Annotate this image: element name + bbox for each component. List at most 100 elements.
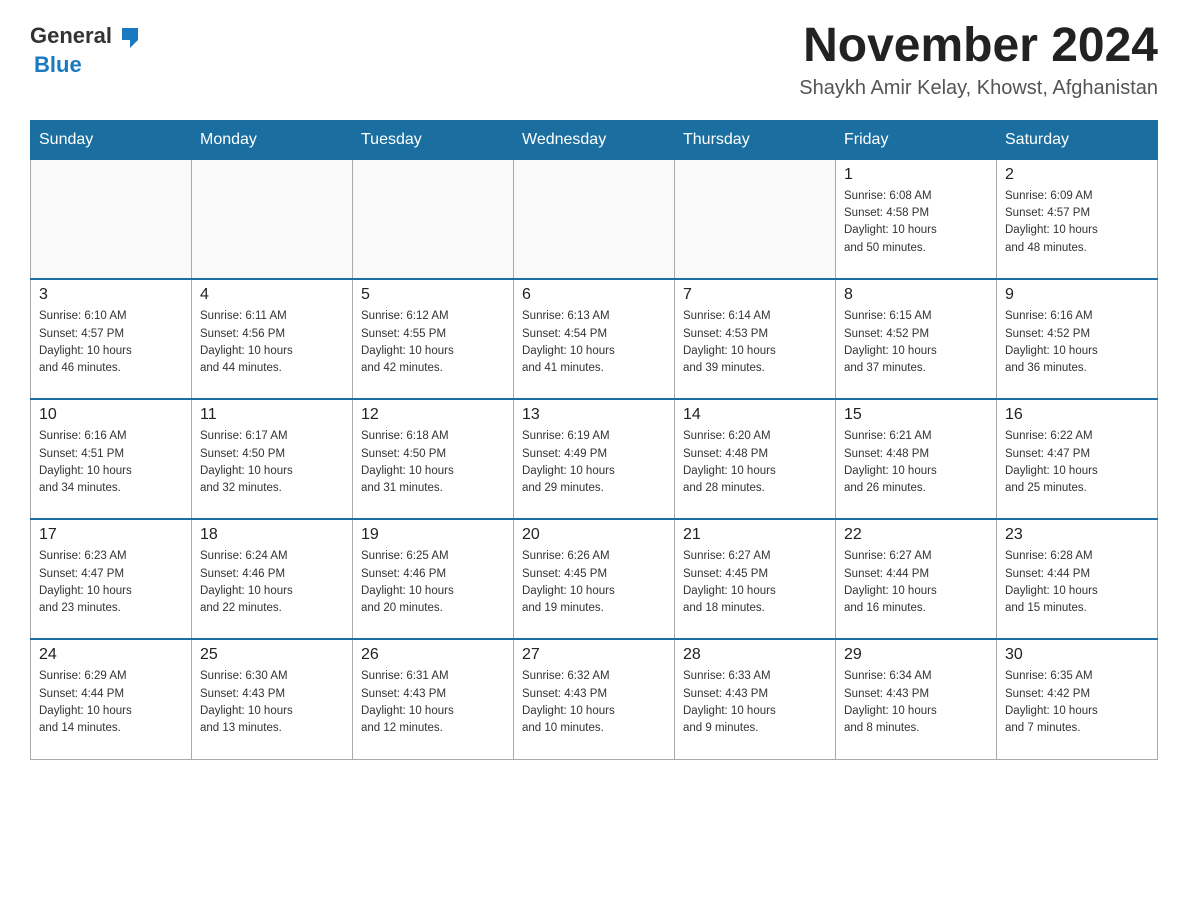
- day-info: Sunrise: 6:09 AM Sunset: 4:57 PM Dayligh…: [1005, 188, 1149, 257]
- logo-blue-text: Blue: [34, 52, 82, 78]
- day-info: Sunrise: 6:10 AM Sunset: 4:57 PM Dayligh…: [39, 308, 183, 377]
- day-info: Sunrise: 6:14 AM Sunset: 4:53 PM Dayligh…: [683, 308, 827, 377]
- day-number: 20: [522, 526, 666, 544]
- calendar-cell: 19 Sunrise: 6:25 AM Sunset: 4:46 PM Dayli…: [353, 519, 514, 639]
- calendar-cell: 11 Sunrise: 6:17 AM Sunset: 4:50 PM Dayli…: [192, 399, 353, 519]
- day-number: 9: [1005, 286, 1149, 304]
- day-number: 22: [844, 526, 988, 544]
- day-number: 19: [361, 526, 505, 544]
- calendar-cell: 21Sunrise: 6:27 AM Sunset: 4:45 PM Dayli…: [675, 519, 836, 639]
- calendar-cell: 29 Sunrise: 6:34 AM Sunset: 4:43 PM Dayli…: [836, 639, 997, 759]
- day-number: 15: [844, 406, 988, 424]
- calendar-cell: 28 Sunrise: 6:33 AM Sunset: 4:43 PM Dayli…: [675, 639, 836, 759]
- day-number: 13: [522, 406, 666, 424]
- day-info: Sunrise: 6:30 AM Sunset: 4:43 PM Dayligh…: [200, 668, 344, 737]
- day-number: 10: [39, 406, 183, 424]
- calendar-cell: 5Sunrise: 6:12 AM Sunset: 4:55 PM Daylig…: [353, 279, 514, 399]
- day-number: 11: [200, 406, 344, 424]
- day-number: 28: [683, 646, 827, 664]
- day-of-week-header: Monday: [192, 120, 353, 159]
- day-of-week-header: Wednesday: [514, 120, 675, 159]
- day-info: Sunrise: 6:15 AM Sunset: 4:52 PM Dayligh…: [844, 308, 988, 377]
- calendar-cell: 30Sunrise: 6:35 AM Sunset: 4:42 PM Dayli…: [997, 639, 1158, 759]
- calendar-week-row: 3Sunrise: 6:10 AM Sunset: 4:57 PM Daylig…: [31, 279, 1158, 399]
- day-number: 12: [361, 406, 505, 424]
- calendar-cell: 3Sunrise: 6:10 AM Sunset: 4:57 PM Daylig…: [31, 279, 192, 399]
- day-info: Sunrise: 6:34 AM Sunset: 4:43 PM Dayligh…: [844, 668, 988, 737]
- calendar-cell: 23Sunrise: 6:28 AM Sunset: 4:44 PM Dayli…: [997, 519, 1158, 639]
- day-info: Sunrise: 6:23 AM Sunset: 4:47 PM Dayligh…: [39, 548, 183, 617]
- day-info: Sunrise: 6:25 AM Sunset: 4:46 PM Dayligh…: [361, 548, 505, 617]
- calendar-cell: 24Sunrise: 6:29 AM Sunset: 4:44 PM Dayli…: [31, 639, 192, 759]
- calendar-cell: 16Sunrise: 6:22 AM Sunset: 4:47 PM Dayli…: [997, 399, 1158, 519]
- calendar-cell: [192, 159, 353, 279]
- day-info: Sunrise: 6:08 AM Sunset: 4:58 PM Dayligh…: [844, 188, 988, 257]
- calendar-cell: 15 Sunrise: 6:21 AM Sunset: 4:48 PM Dayli…: [836, 399, 997, 519]
- location-subtitle: Shaykh Amir Kelay, Khowst, Afghanistan: [799, 77, 1158, 100]
- day-info: Sunrise: 6:16 AM Sunset: 4:52 PM Dayligh…: [1005, 308, 1149, 377]
- calendar-cell: [31, 159, 192, 279]
- day-number: 30: [1005, 646, 1149, 664]
- calendar-cell: [514, 159, 675, 279]
- day-info: Sunrise: 6:31 AM Sunset: 4:43 PM Dayligh…: [361, 668, 505, 737]
- logo-arrow-icon: [114, 20, 146, 52]
- calendar-cell: 10 Sunrise: 6:16 AM Sunset: 4:51 PM Dayli…: [31, 399, 192, 519]
- day-info: Sunrise: 6:27 AM Sunset: 4:44 PM Dayligh…: [844, 548, 988, 617]
- month-title: November 2024: [799, 20, 1158, 73]
- calendar-cell: 14Sunrise: 6:20 AM Sunset: 4:48 PM Dayli…: [675, 399, 836, 519]
- calendar-cell: 12Sunrise: 6:18 AM Sunset: 4:50 PM Dayli…: [353, 399, 514, 519]
- day-info: Sunrise: 6:17 AM Sunset: 4:50 PM Dayligh…: [200, 428, 344, 497]
- calendar-cell: [675, 159, 836, 279]
- calendar-cell: 4 Sunrise: 6:11 AM Sunset: 4:56 PM Daylig…: [192, 279, 353, 399]
- day-info: Sunrise: 6:22 AM Sunset: 4:47 PM Dayligh…: [1005, 428, 1149, 497]
- calendar-cell: 17 Sunrise: 6:23 AM Sunset: 4:47 PM Dayli…: [31, 519, 192, 639]
- calendar-cell: 27Sunrise: 6:32 AM Sunset: 4:43 PM Dayli…: [514, 639, 675, 759]
- calendar-week-row: 24Sunrise: 6:29 AM Sunset: 4:44 PM Dayli…: [31, 639, 1158, 759]
- day-number: 17: [39, 526, 183, 544]
- day-number: 8: [844, 286, 988, 304]
- day-number: 1: [844, 166, 988, 184]
- calendar-header-row: SundayMondayTuesdayWednesdayThursdayFrid…: [31, 120, 1158, 159]
- day-number: 5: [361, 286, 505, 304]
- day-number: 2: [1005, 166, 1149, 184]
- calendar-cell: [353, 159, 514, 279]
- calendar-cell: 20 Sunrise: 6:26 AM Sunset: 4:45 PM Dayli…: [514, 519, 675, 639]
- calendar-week-row: 10 Sunrise: 6:16 AM Sunset: 4:51 PM Dayli…: [31, 399, 1158, 519]
- day-info: Sunrise: 6:13 AM Sunset: 4:54 PM Dayligh…: [522, 308, 666, 377]
- day-info: Sunrise: 6:28 AM Sunset: 4:44 PM Dayligh…: [1005, 548, 1149, 617]
- day-info: Sunrise: 6:11 AM Sunset: 4:56 PM Dayligh…: [200, 308, 344, 377]
- day-info: Sunrise: 6:21 AM Sunset: 4:48 PM Dayligh…: [844, 428, 988, 497]
- logo-general-text: General: [30, 23, 112, 49]
- calendar-cell: 2 Sunrise: 6:09 AM Sunset: 4:57 PM Daylig…: [997, 159, 1158, 279]
- day-number: 25: [200, 646, 344, 664]
- calendar-cell: 13Sunrise: 6:19 AM Sunset: 4:49 PM Dayli…: [514, 399, 675, 519]
- day-number: 14: [683, 406, 827, 424]
- logo: General Blue: [30, 20, 146, 78]
- day-of-week-header: Friday: [836, 120, 997, 159]
- day-number: 6: [522, 286, 666, 304]
- day-info: Sunrise: 6:33 AM Sunset: 4:43 PM Dayligh…: [683, 668, 827, 737]
- day-of-week-header: Thursday: [675, 120, 836, 159]
- day-number: 18: [200, 526, 344, 544]
- day-info: Sunrise: 6:26 AM Sunset: 4:45 PM Dayligh…: [522, 548, 666, 617]
- calendar-cell: 6 Sunrise: 6:13 AM Sunset: 4:54 PM Daylig…: [514, 279, 675, 399]
- calendar-week-row: 1 Sunrise: 6:08 AM Sunset: 4:58 PM Daylig…: [31, 159, 1158, 279]
- day-of-week-header: Tuesday: [353, 120, 514, 159]
- title-section: November 2024 Shaykh Amir Kelay, Khowst,…: [799, 20, 1158, 100]
- calendar-cell: 9 Sunrise: 6:16 AM Sunset: 4:52 PM Daylig…: [997, 279, 1158, 399]
- day-of-week-header: Saturday: [997, 120, 1158, 159]
- calendar-table: SundayMondayTuesdayWednesdayThursdayFrid…: [30, 120, 1158, 760]
- calendar-week-row: 17 Sunrise: 6:23 AM Sunset: 4:47 PM Dayli…: [31, 519, 1158, 639]
- calendar-cell: 1 Sunrise: 6:08 AM Sunset: 4:58 PM Daylig…: [836, 159, 997, 279]
- day-number: 4: [200, 286, 344, 304]
- day-info: Sunrise: 6:16 AM Sunset: 4:51 PM Dayligh…: [39, 428, 183, 497]
- day-number: 24: [39, 646, 183, 664]
- calendar-cell: 18Sunrise: 6:24 AM Sunset: 4:46 PM Dayli…: [192, 519, 353, 639]
- page-header: General Blue November 2024 Shaykh Amir K…: [30, 20, 1158, 100]
- day-info: Sunrise: 6:32 AM Sunset: 4:43 PM Dayligh…: [522, 668, 666, 737]
- calendar-cell: 8 Sunrise: 6:15 AM Sunset: 4:52 PM Daylig…: [836, 279, 997, 399]
- day-number: 29: [844, 646, 988, 664]
- calendar-cell: 22 Sunrise: 6:27 AM Sunset: 4:44 PM Dayli…: [836, 519, 997, 639]
- calendar-cell: 25 Sunrise: 6:30 AM Sunset: 4:43 PM Dayli…: [192, 639, 353, 759]
- day-number: 21: [683, 526, 827, 544]
